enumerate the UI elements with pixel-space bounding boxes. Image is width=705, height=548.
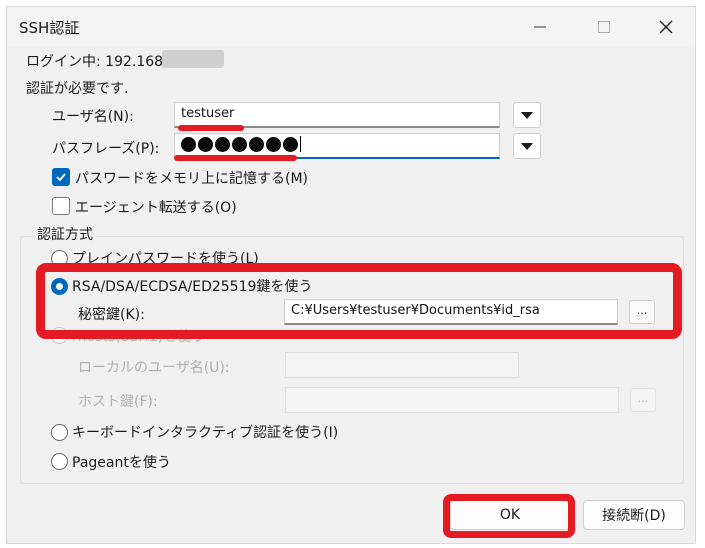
password-dot bbox=[215, 136, 230, 152]
passphrase-history-button[interactable] bbox=[513, 133, 541, 159]
password-dots bbox=[181, 136, 300, 152]
login-host-label: ログイン中: 192.168. bbox=[26, 54, 168, 70]
password-dot bbox=[283, 136, 298, 152]
username-history-button[interactable] bbox=[513, 102, 541, 128]
pageant-radio[interactable] bbox=[51, 453, 68, 470]
checkmark-icon bbox=[56, 173, 66, 182]
password-dot bbox=[266, 136, 281, 152]
chevron-down-icon bbox=[521, 111, 533, 119]
annotation-underline-username bbox=[178, 125, 244, 131]
maximize-button[interactable] bbox=[581, 7, 627, 47]
annotation-box-rsa bbox=[36, 263, 682, 339]
local-username-label: ローカルのユーザ名(U): bbox=[78, 360, 230, 376]
host-key-label: ホスト鍵(F): bbox=[78, 394, 158, 410]
window-title: SSH認証 bbox=[19, 19, 80, 37]
host-key-browse-button[interactable]: ... bbox=[630, 388, 656, 412]
agent-forward-checkbox[interactable] bbox=[52, 197, 70, 215]
auth-required-label: 認証が必要です. bbox=[26, 81, 129, 97]
agent-forward-label: エージェント転送する(O) bbox=[75, 200, 237, 216]
title-bar: SSH認証 bbox=[7, 7, 695, 47]
password-dot bbox=[249, 136, 264, 152]
local-username-input[interactable] bbox=[285, 352, 519, 378]
username-label: ユーザ名(N): bbox=[52, 109, 134, 125]
text-cursor bbox=[300, 136, 301, 152]
password-dot bbox=[232, 136, 247, 152]
save-password-label: パスワードをメモリ上に記憶する(M) bbox=[75, 171, 309, 187]
annotation-box-ok bbox=[443, 494, 575, 538]
close-icon bbox=[659, 20, 673, 34]
password-dot bbox=[181, 136, 196, 152]
redacted-ip-mask bbox=[162, 50, 224, 68]
minimize-icon bbox=[534, 26, 546, 28]
passphrase-label: パスフレーズ(P): bbox=[52, 141, 160, 157]
minimize-button[interactable] bbox=[517, 7, 563, 47]
pageant-label: Pageantを使う bbox=[72, 455, 171, 471]
keyboard-interactive-label: キーボードインタラクティブ認証を使う(I) bbox=[72, 425, 339, 441]
disconnect-button[interactable]: 接続断(D) bbox=[583, 500, 685, 530]
chevron-down-icon bbox=[521, 142, 533, 150]
host-key-input[interactable] bbox=[285, 387, 619, 413]
auth-method-group-label: 認証方式 bbox=[34, 224, 96, 244]
close-button[interactable] bbox=[643, 7, 689, 47]
keyboard-interactive-radio[interactable] bbox=[51, 424, 68, 441]
password-dot bbox=[198, 136, 213, 152]
save-password-checkbox[interactable] bbox=[52, 168, 70, 186]
annotation-underline-passphrase bbox=[174, 155, 297, 161]
maximize-icon bbox=[598, 21, 610, 33]
